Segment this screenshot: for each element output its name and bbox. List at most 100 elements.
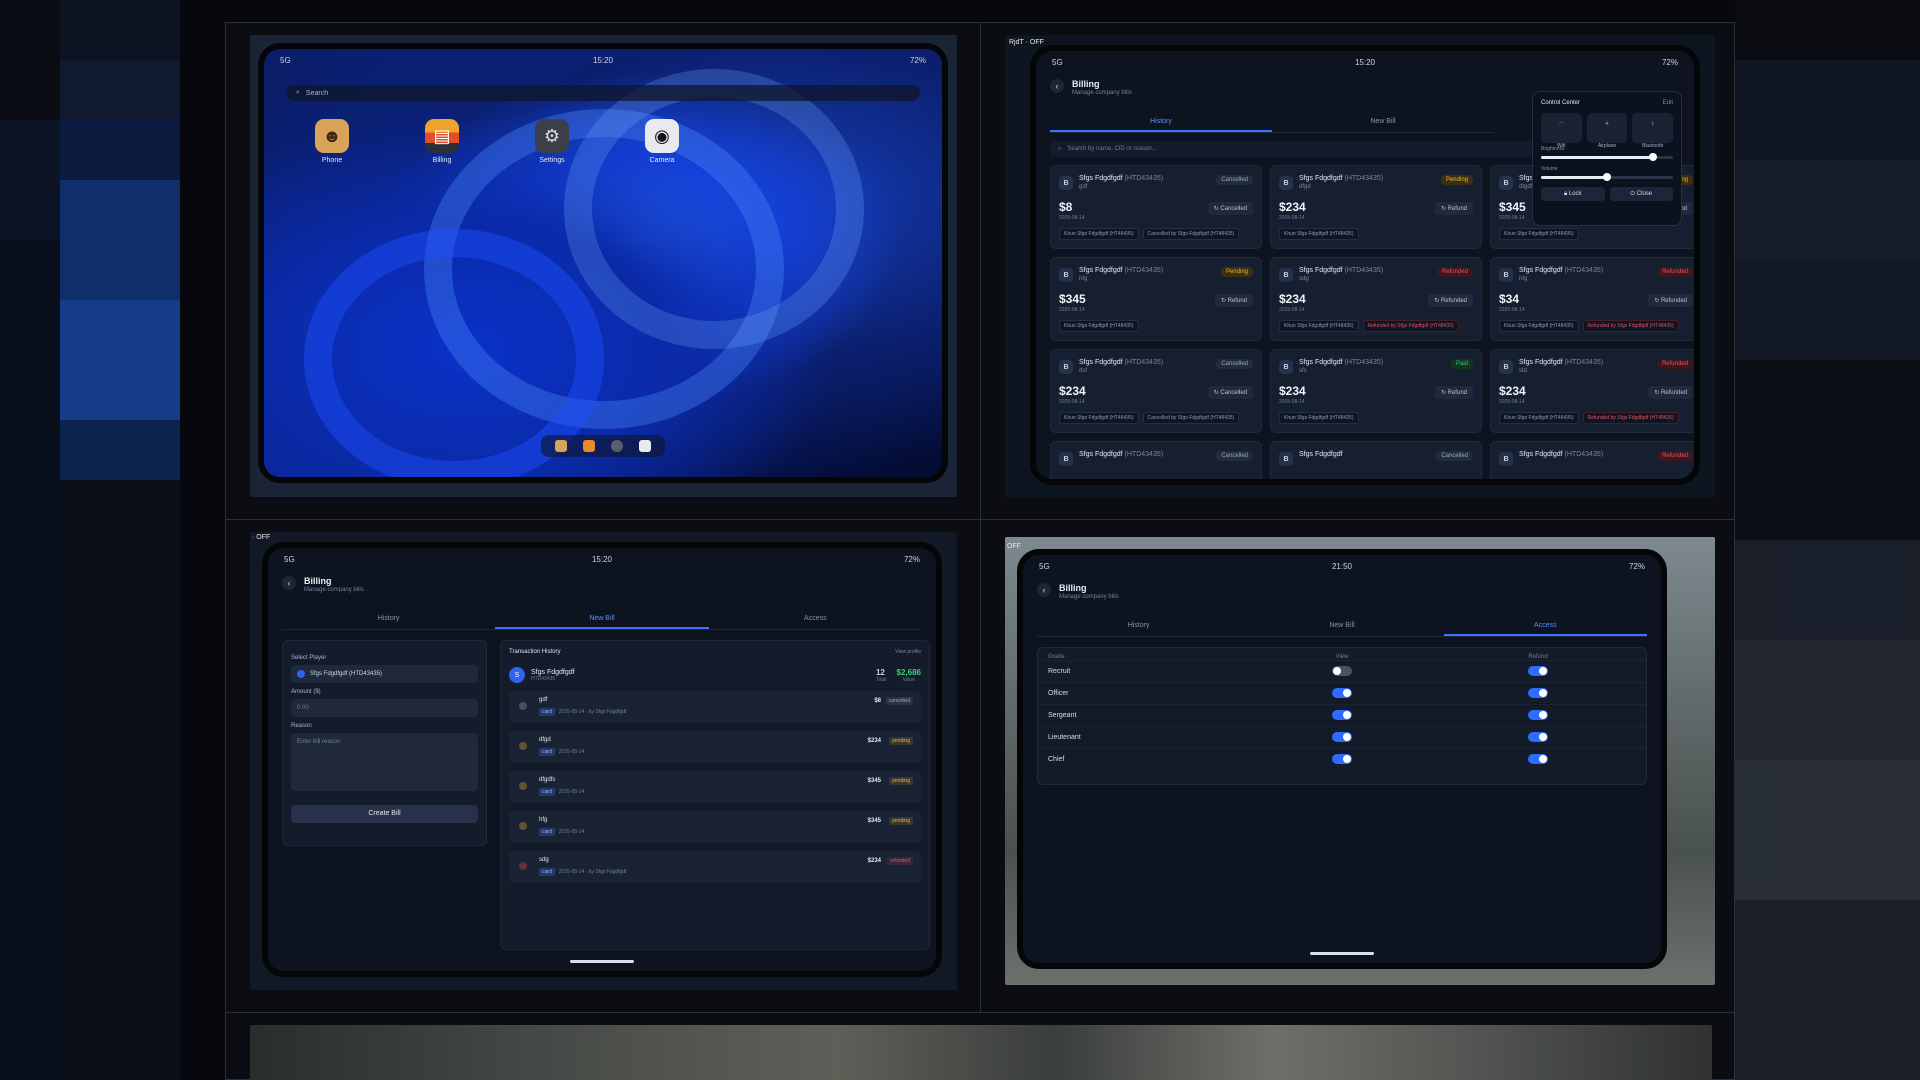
info-chip: Refunded by Sfgs Fdgdfgdf (HT48435) bbox=[1582, 412, 1679, 424]
refund-icon: ↻ bbox=[1654, 390, 1660, 396]
status-badge: Pending bbox=[1220, 267, 1253, 277]
transaction-row[interactable]: dfgdfs card 2025-08-14 $345 pending bbox=[509, 771, 921, 803]
status-badge: Cancelled bbox=[1216, 451, 1253, 461]
app-settings[interactable]: ⚙ Settings bbox=[532, 119, 572, 164]
bill-date: 2025-08-14 bbox=[1499, 307, 1525, 313]
battery-indicator: 72% bbox=[909, 55, 926, 65]
bill-card[interactable]: B Sfgs Fdgdfgdf Cancelled bbox=[1270, 441, 1482, 479]
refund-button[interactable]: ↻ Refund bbox=[1434, 386, 1473, 399]
gear-icon[interactable] bbox=[611, 440, 623, 452]
tab-access[interactable]: Access bbox=[709, 610, 922, 629]
amount-input[interactable]: 0.00 bbox=[291, 699, 478, 717]
view-toggle[interactable] bbox=[1332, 731, 1352, 742]
close-button[interactable]: ⏻ Close bbox=[1609, 187, 1673, 201]
signal-indicator: 5G bbox=[1052, 57, 1063, 67]
bill-card[interactable]: B Sfgs Fdgdfgdf (HTD43435) dfgd Pending $234… bbox=[1270, 165, 1482, 249]
transaction-amount: $234 bbox=[867, 738, 881, 744]
tab-new-bill[interactable]: New Bill bbox=[1240, 617, 1443, 636]
bluetooth-icon: ᛒ bbox=[1632, 117, 1674, 143]
home-indicator[interactable] bbox=[1310, 952, 1374, 955]
edit-link[interactable]: Edit bbox=[1663, 100, 1673, 106]
lock-icon: 🔒︎ bbox=[1563, 191, 1568, 197]
view-toggle[interactable] bbox=[1332, 753, 1352, 764]
bill-card[interactable]: B Sfgs Fdgdfgdf (HTD43435) Cancelled bbox=[1050, 441, 1262, 479]
create-bill-button[interactable]: Create Bill bbox=[291, 805, 478, 823]
refund-button[interactable]: ↻ Refunded bbox=[1648, 294, 1693, 307]
search-bar[interactable]: ⌕ Search bbox=[286, 85, 920, 101]
reason-textarea[interactable]: Enter bill reason bbox=[291, 733, 478, 791]
bluetooth-toggle[interactable]: ᛒ Bluetooth bbox=[1632, 113, 1674, 149]
airplane-toggle[interactable]: ✈ Airplane bbox=[1586, 113, 1628, 149]
status-badge: pending bbox=[889, 817, 913, 825]
refund-button[interactable]: ↻ Cancelled bbox=[1207, 386, 1253, 399]
refund-icon: ↻ bbox=[1440, 390, 1446, 396]
clock: 15:20 bbox=[591, 554, 613, 564]
transaction-row[interactable]: dfgd card 2025-08-14 $234 pending bbox=[509, 731, 921, 763]
view-toggle[interactable] bbox=[1332, 687, 1352, 698]
app-phone[interactable]: ☻ Phone bbox=[312, 119, 352, 164]
back-icon[interactable]: ‹ bbox=[1050, 79, 1064, 93]
view-profile-link[interactable]: View profile bbox=[895, 649, 921, 655]
refund-button[interactable]: ↻ Refunded bbox=[1428, 294, 1473, 307]
refund-button[interactable]: ↻ Refund bbox=[1434, 202, 1473, 215]
status-badge: Paid bbox=[1450, 359, 1473, 369]
player-name: Sfgs Fdgdfgdf bbox=[1079, 175, 1123, 182]
info-chip: Cancelled by Sfgs Fdgdfgdf (HT48435) bbox=[1142, 228, 1240, 240]
transaction-row[interactable]: sdg card 2025-08-14 · by Sfgs Fdgdfgdf $234… bbox=[509, 851, 921, 883]
back-icon[interactable]: ‹ bbox=[282, 576, 296, 590]
refund-toggle[interactable] bbox=[1528, 731, 1548, 742]
player-name: Sfgs Fdgdfgdf bbox=[1079, 267, 1123, 274]
bill-date: 2025-08-14 bbox=[1059, 307, 1085, 313]
bill-card[interactable]: B Sfgs Fdgdfgdf (HTD43435) dsf Cancelled $23… bbox=[1050, 349, 1262, 433]
refund-toggle[interactable] bbox=[1528, 709, 1548, 720]
transaction-date: 2025-08-14 bbox=[558, 789, 585, 795]
bill-card[interactable]: B Sfgs Fdgdfgdf (HTD43435) sfd Refunded $234… bbox=[1490, 349, 1694, 433]
lock-button[interactable]: 🔒︎ Lock bbox=[1541, 187, 1605, 201]
refund-toggle[interactable] bbox=[1528, 665, 1548, 676]
status-badge: cancelled bbox=[885, 697, 913, 705]
refund-button[interactable]: ↻ Refunded bbox=[1648, 386, 1693, 399]
view-toggle[interactable] bbox=[1332, 665, 1352, 676]
wifi-toggle[interactable]: ◠ Wifi bbox=[1541, 113, 1582, 149]
bill-card[interactable]: B Sfgs Fdgdfgdf (HTD43435) gdf Cancelled $8 2… bbox=[1050, 165, 1262, 249]
refund-toggle[interactable] bbox=[1528, 687, 1548, 698]
bill-icon: B bbox=[1059, 360, 1073, 374]
refund-icon: ↻ bbox=[1213, 206, 1219, 212]
amount-placeholder: 0.00 bbox=[297, 705, 309, 711]
info-chip: Refunded by Sfgs Fdgdfgdf (HT48435) bbox=[1582, 320, 1679, 332]
tab-new-bill[interactable]: New Bill bbox=[1272, 113, 1494, 132]
tab-new-bill[interactable]: New Bill bbox=[495, 610, 709, 629]
bill-card[interactable]: B Sfgs Fdgdfgdf (HTD43435) sdg Refunded $234… bbox=[1270, 257, 1482, 341]
page-subtitle: Manage company bills bbox=[304, 587, 364, 593]
bill-card[interactable]: B Sfgs Fdgdfgdf (HTD43435) sfs Paid $234 2025… bbox=[1270, 349, 1482, 433]
transaction-date: 2025-08-14 bbox=[558, 829, 585, 835]
home-indicator[interactable] bbox=[570, 960, 634, 963]
refund-button[interactable]: ↻ Cancelled bbox=[1207, 202, 1253, 215]
wallet-icon[interactable] bbox=[583, 440, 595, 452]
app-camera[interactable]: ◉ Camera bbox=[642, 119, 682, 164]
transaction-status-icon bbox=[519, 782, 527, 790]
back-icon[interactable]: ‹ bbox=[1037, 583, 1051, 597]
tab-access[interactable]: Access bbox=[1443, 617, 1647, 636]
refund-toggle[interactable] bbox=[1528, 753, 1548, 764]
volume-slider[interactable] bbox=[1541, 173, 1673, 181]
refund-button[interactable]: ↻ Refund bbox=[1214, 294, 1253, 307]
player-select[interactable]: Sfgs Fdgdfgdf (HTD43435) bbox=[291, 665, 478, 683]
bill-card[interactable]: B Sfgs Fdgdfgdf (HTD43435) Refunded bbox=[1490, 441, 1694, 479]
bill-card[interactable]: B Sfgs Fdgdfgdf (HTD43435) hfg Refunded $34 2… bbox=[1490, 257, 1694, 341]
transaction-row[interactable]: hfg card 2025-08-14 $345 pending bbox=[509, 811, 921, 843]
camera-icon[interactable] bbox=[639, 440, 651, 452]
refund-icon: ↻ bbox=[1434, 298, 1440, 304]
app-billing[interactable]: ▤ Billing bbox=[422, 119, 462, 164]
person-icon[interactable] bbox=[555, 440, 567, 452]
bill-card[interactable]: B Sfgs Fdgdfgdf (HTD43435) hfg Pending $345 2… bbox=[1050, 257, 1262, 341]
refund-icon: ↻ bbox=[1220, 298, 1226, 304]
transaction-date: 2025-08-14 bbox=[558, 749, 585, 755]
brightness-slider[interactable] bbox=[1541, 153, 1673, 161]
tab-history[interactable]: History bbox=[1050, 113, 1272, 132]
view-toggle[interactable] bbox=[1332, 709, 1352, 720]
payment-tag: card bbox=[539, 828, 555, 836]
tab-history[interactable]: History bbox=[1037, 617, 1240, 636]
tab-history[interactable]: History bbox=[282, 610, 495, 629]
transaction-row[interactable]: gdf card 2025-08-14 · by Sfgs Fdgdfgdf $8 ca… bbox=[509, 691, 921, 723]
